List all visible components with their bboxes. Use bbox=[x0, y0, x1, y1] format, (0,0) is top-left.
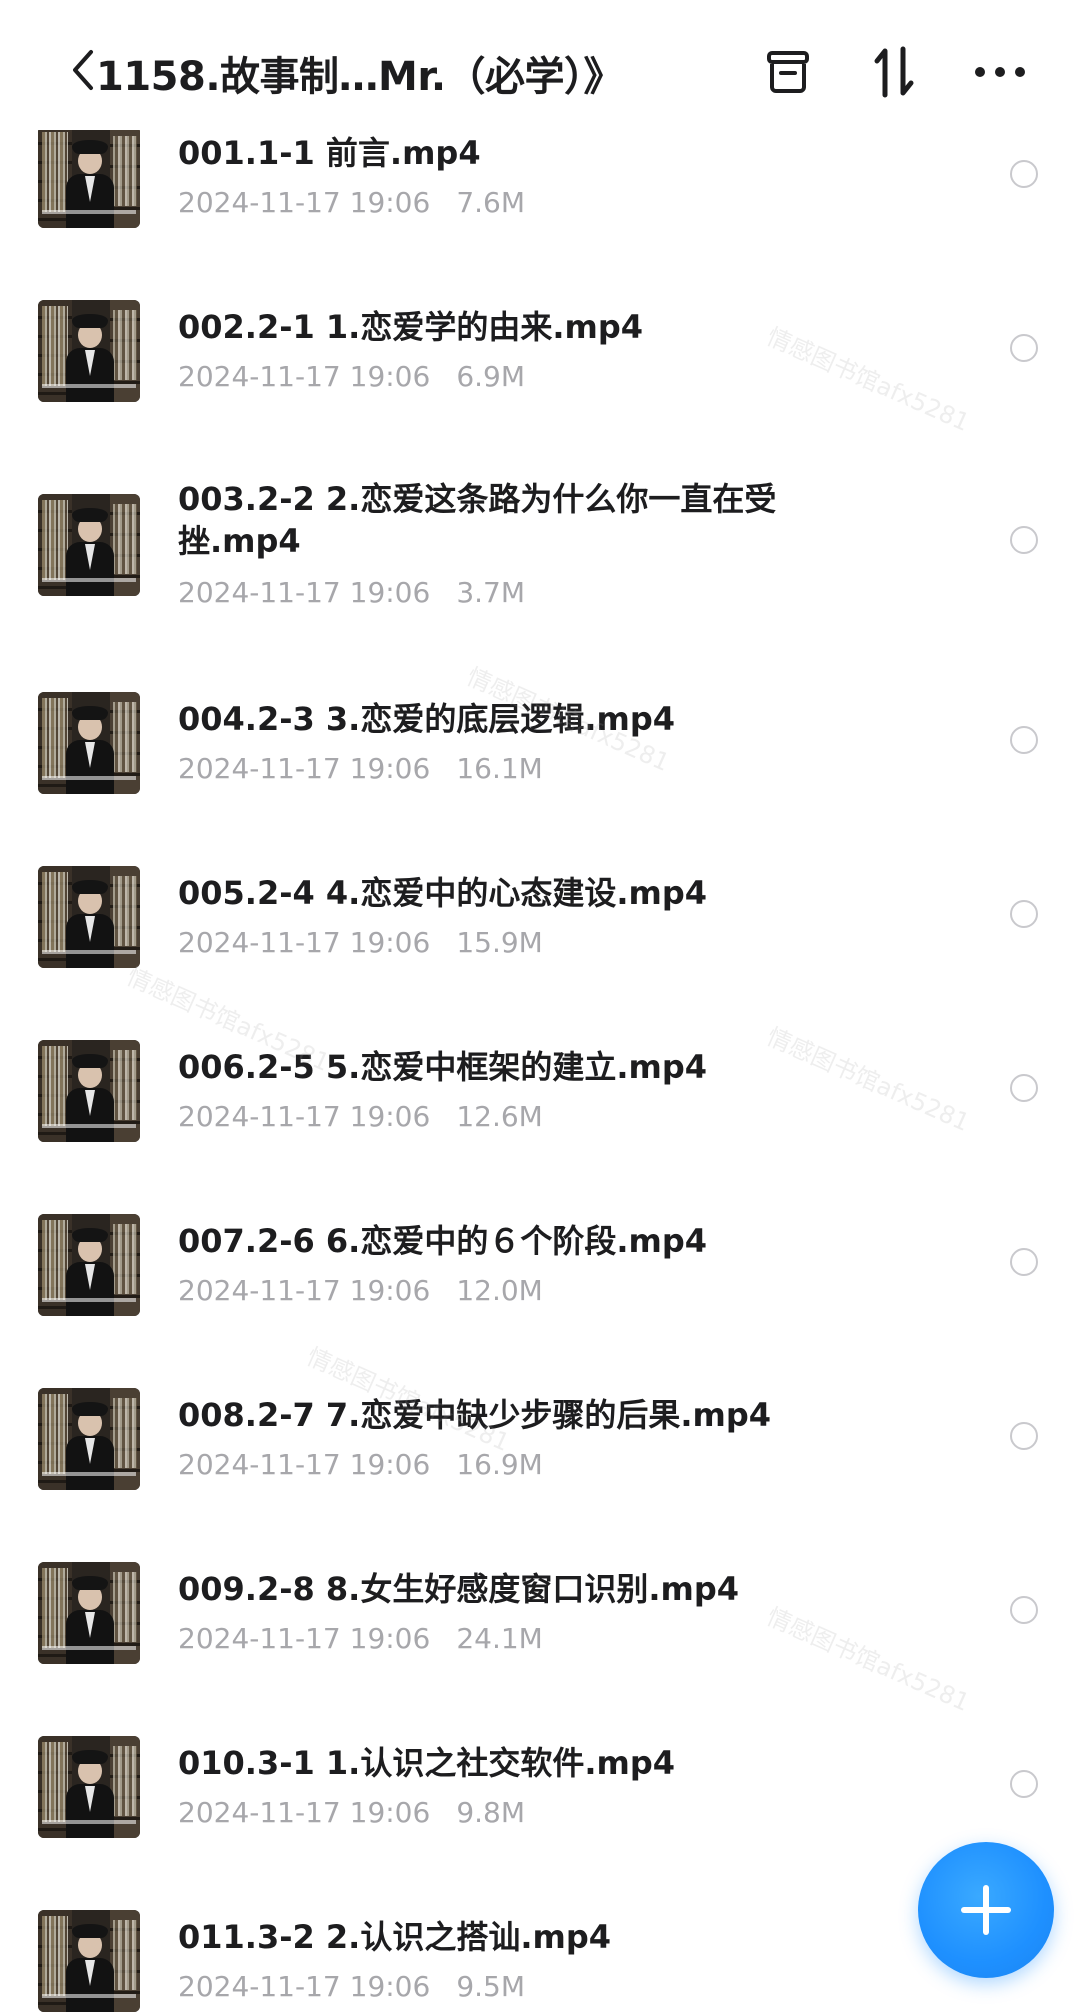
file-name: 001.1-1 前言.mp4 bbox=[178, 134, 481, 172]
video-thumbnail bbox=[38, 494, 140, 596]
video-thumbnail bbox=[38, 1562, 140, 1664]
file-date: 2024-11-17 19:06 bbox=[178, 1100, 431, 1133]
list-item[interactable]: 009.2-8 8.女生好感度窗口识别.mp4 2024-11-17 19:06… bbox=[0, 1556, 1080, 1730]
video-thumbnail bbox=[38, 1910, 140, 2012]
list-item[interactable]: 002.2-1 1.恋爱学的由来.mp4 2024-11-17 19:06 6.9… bbox=[0, 294, 1080, 468]
file-date: 2024-11-17 19:06 bbox=[178, 926, 431, 959]
select-radio[interactable] bbox=[1010, 900, 1038, 928]
file-date: 2024-11-17 19:06 bbox=[178, 1970, 431, 2003]
select-radio[interactable] bbox=[1010, 1248, 1038, 1276]
file-size: 7.6M bbox=[456, 186, 526, 219]
video-thumbnail bbox=[38, 1214, 140, 1316]
list-item[interactable]: 005.2-4 4.恋爱中的心态建设.mp4 2024-11-17 19:06 1… bbox=[0, 860, 1080, 1034]
file-size: 9.5M bbox=[456, 1970, 526, 2003]
file-meta: 2024-11-17 19:06 16.9M bbox=[178, 1448, 543, 1481]
select-radio[interactable] bbox=[1010, 726, 1038, 754]
archive-button[interactable] bbox=[756, 40, 820, 104]
file-size: 15.9M bbox=[456, 926, 543, 959]
file-name: 004.2-3 3.恋爱的底层逻辑.mp4 bbox=[178, 700, 676, 738]
file-meta: 2024-11-17 19:06 9.5M bbox=[178, 1970, 525, 2003]
list-item[interactable]: 007.2-6 6.恋爱中的６个阶段.mp4 2024-11-17 19:06 1… bbox=[0, 1208, 1080, 1382]
sort-icon bbox=[874, 46, 914, 98]
select-radio[interactable] bbox=[1010, 1074, 1038, 1102]
select-radio[interactable] bbox=[1010, 1770, 1038, 1798]
plus-icon bbox=[961, 1885, 1011, 1935]
chevron-left-icon bbox=[73, 50, 93, 90]
file-size: 24.1M bbox=[456, 1622, 543, 1655]
file-name: 011.3-2 2.认识之搭讪.mp4 bbox=[178, 1918, 612, 1956]
file-meta: 2024-11-17 19:06 15.9M bbox=[178, 926, 543, 959]
video-thumbnail bbox=[38, 692, 140, 794]
file-size: 12.6M bbox=[456, 1100, 543, 1133]
video-thumbnail bbox=[38, 300, 140, 402]
top-bar: 1158.故事制…Mr.（必学）》 bbox=[0, 0, 1080, 130]
page-title: 1158.故事制…Mr.（必学）》 bbox=[96, 54, 624, 100]
list-item[interactable]: 006.2-5 5.恋爱中框架的建立.mp4 2024-11-17 19:06 1… bbox=[0, 1034, 1080, 1208]
more-button[interactable] bbox=[968, 40, 1032, 104]
file-date: 2024-11-17 19:06 bbox=[178, 1448, 431, 1481]
file-date: 2024-11-17 19:06 bbox=[178, 1796, 431, 1829]
file-name: 005.2-4 4.恋爱中的心态建设.mp4 bbox=[178, 874, 708, 912]
file-name: 002.2-1 1.恋爱学的由来.mp4 bbox=[178, 308, 644, 346]
file-meta: 2024-11-17 19:06 7.6M bbox=[178, 186, 525, 219]
select-radio[interactable] bbox=[1010, 160, 1038, 188]
sort-button[interactable] bbox=[862, 40, 926, 104]
video-thumbnail bbox=[38, 1040, 140, 1142]
video-thumbnail bbox=[38, 1388, 140, 1490]
file-date: 2024-11-17 19:06 bbox=[178, 576, 431, 609]
list-item[interactable]: 001.1-1 前言.mp4 2024-11-17 19:06 7.6M bbox=[0, 120, 1080, 294]
video-thumbnail bbox=[38, 126, 140, 228]
list-item[interactable]: 003.2-2 2.恋爱这条路为什么你一直在受挫.mp4 2024-11-17 … bbox=[0, 468, 1080, 664]
file-date: 2024-11-17 19:06 bbox=[178, 1622, 431, 1655]
file-date: 2024-11-17 19:06 bbox=[178, 1274, 431, 1307]
file-name: 006.2-5 5.恋爱中框架的建立.mp4 bbox=[178, 1048, 708, 1086]
list-item[interactable]: 004.2-3 3.恋爱的底层逻辑.mp4 2024-11-17 19:06 16… bbox=[0, 686, 1080, 860]
file-meta: 2024-11-17 19:06 3.7M bbox=[178, 576, 525, 609]
list-item[interactable]: 008.2-7 7.恋爱中缺少步骤的后果.mp4 2024-11-17 19:0… bbox=[0, 1382, 1080, 1556]
select-radio[interactable] bbox=[1010, 334, 1038, 362]
file-date: 2024-11-17 19:06 bbox=[178, 186, 431, 219]
file-meta: 2024-11-17 19:06 16.1M bbox=[178, 752, 543, 785]
file-size: 6.9M bbox=[456, 360, 526, 393]
file-meta: 2024-11-17 19:06 6.9M bbox=[178, 360, 525, 393]
file-size: 12.0M bbox=[456, 1274, 543, 1307]
file-name: 008.2-7 7.恋爱中缺少步骤的后果.mp4 bbox=[178, 1396, 772, 1434]
file-date: 2024-11-17 19:06 bbox=[178, 752, 431, 785]
file-date: 2024-11-17 19:06 bbox=[178, 360, 431, 393]
file-size: 9.8M bbox=[456, 1796, 526, 1829]
file-meta: 2024-11-17 19:06 9.8M bbox=[178, 1796, 525, 1829]
archive-icon bbox=[767, 51, 809, 93]
select-radio[interactable] bbox=[1010, 1596, 1038, 1624]
add-fab-button[interactable] bbox=[918, 1842, 1054, 1978]
more-icon bbox=[975, 67, 1025, 77]
file-name: 009.2-8 8.女生好感度窗口识别.mp4 bbox=[178, 1570, 740, 1608]
select-radio[interactable] bbox=[1010, 526, 1038, 554]
file-name: 003.2-2 2.恋爱这条路为什么你一直在受挫.mp4 bbox=[178, 480, 777, 560]
file-size: 3.7M bbox=[456, 576, 526, 609]
file-name: 010.3-1 1.认识之社交软件.mp4 bbox=[178, 1744, 676, 1782]
file-meta: 2024-11-17 19:06 24.1M bbox=[178, 1622, 543, 1655]
file-size: 16.1M bbox=[456, 752, 543, 785]
video-thumbnail bbox=[38, 1736, 140, 1838]
file-name: 007.2-6 6.恋爱中的６个阶段.mp4 bbox=[178, 1222, 708, 1260]
select-radio[interactable] bbox=[1010, 1422, 1038, 1450]
file-meta: 2024-11-17 19:06 12.6M bbox=[178, 1100, 543, 1133]
video-thumbnail bbox=[38, 866, 140, 968]
file-meta: 2024-11-17 19:06 12.0M bbox=[178, 1274, 543, 1307]
file-size: 16.9M bbox=[456, 1448, 543, 1481]
list-item[interactable]: 010.3-1 1.认识之社交软件.mp4 2024-11-17 19:06 9.… bbox=[0, 1730, 1080, 1904]
